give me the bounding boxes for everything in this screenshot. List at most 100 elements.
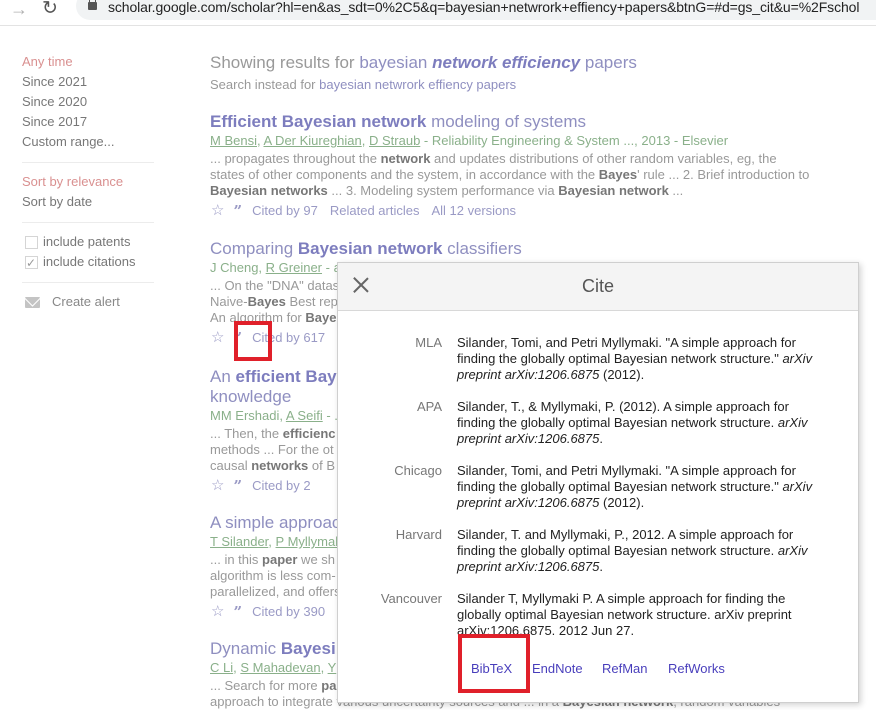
- author-link[interactable]: M Bensi: [210, 133, 257, 148]
- include-citations-option[interactable]: ✓ include citations: [22, 252, 157, 272]
- result-source: - Reliability Engineering & System ..., …: [420, 133, 729, 148]
- citation-text[interactable]: Silander, T. and Myllymaki, P., 2012. A …: [457, 527, 817, 575]
- text-part: Silander, T., & Myllymaki, P. (2012). A …: [457, 399, 789, 430]
- author-link[interactable]: S Mahadevan: [240, 660, 320, 675]
- filter-since-2021[interactable]: Since 2021: [22, 72, 157, 92]
- snippet-text: of B: [308, 458, 336, 473]
- author-link[interactable]: R Greiner: [266, 260, 322, 275]
- create-alert-button[interactable]: Create alert: [22, 292, 157, 312]
- snippet-text: ... in this: [210, 552, 263, 567]
- refman-link[interactable]: RefMan: [602, 661, 648, 676]
- result-title-link[interactable]: Comparing Bayesian network classifiers: [210, 239, 810, 259]
- text-part: Silander T, Myllymaki P. A simple approa…: [457, 591, 792, 638]
- snippet-text: causal: [210, 458, 252, 473]
- cite-dialog: Cite MLA Silander, Tomi, and Petri Mylly…: [337, 262, 859, 703]
- author-plain: J Cheng,: [210, 260, 266, 275]
- snippet-text: ... Search for more: [210, 678, 322, 693]
- title-bold: efficient Bay: [235, 367, 337, 386]
- snippet-text: Best rep: [285, 294, 338, 309]
- all-versions-link[interactable]: All 12 versions: [431, 202, 516, 220]
- reload-icon[interactable]: ↻: [42, 0, 58, 18]
- spelling-correction: Showing results for bayesian network eff…: [210, 52, 810, 74]
- snippet-bold: Bayes: [598, 167, 638, 182]
- cite-quote-icon[interactable]: ”: [233, 202, 242, 220]
- checkmark-icon: ✓: [26, 255, 37, 270]
- endnote-link[interactable]: EndNote: [532, 661, 583, 676]
- cite-quote-icon[interactable]: ”: [233, 477, 242, 495]
- author-link[interactable]: A Der Kiureghian: [263, 133, 361, 148]
- forward-arrow-icon[interactable]: →: [10, 0, 28, 18]
- browser-toolbar: → ↻ scholar.google.com/scholar?hl=en&as_…: [0, 0, 876, 26]
- include-patents-checkbox[interactable]: [25, 235, 38, 249]
- citation-row-chicago: Chicago Silander, Tomi, and Petri Myllym…: [338, 463, 860, 511]
- citation-row-apa: APA Silander, T., & Myllymaki, P. (2012)…: [338, 399, 860, 447]
- url-text[interactable]: scholar.google.com/scholar?hl=en&as_sdt=…: [108, 0, 859, 15]
- filter-any-time[interactable]: Any time: [22, 52, 157, 72]
- divider: [22, 222, 154, 223]
- cite-quote-icon[interactable]: ”: [233, 603, 242, 621]
- text-part: ' rule ... 2. Brief introduction to: [637, 167, 810, 182]
- snippet-bold: Bayesian network: [558, 183, 669, 198]
- save-star-icon[interactable]: ☆: [211, 329, 224, 347]
- author-link[interactable]: A Seifi: [286, 408, 323, 423]
- title-pre: Dynamic: [210, 639, 281, 658]
- citation-text[interactable]: Silander, Tomi, and Petri Myllymaki. "A …: [457, 463, 817, 511]
- snippet-text: Naive-: [210, 294, 248, 309]
- text-part: ...: [668, 183, 684, 198]
- sort-by-date[interactable]: Sort by date: [22, 192, 157, 212]
- cited-by-link[interactable]: Cited by 97: [252, 202, 318, 220]
- citation-style-label: Chicago: [394, 463, 442, 478]
- refworks-link[interactable]: RefWorks: [668, 661, 725, 676]
- author-link[interactable]: C Li: [210, 660, 233, 675]
- save-star-icon[interactable]: ☆: [211, 202, 224, 220]
- cited-by-link[interactable]: Cited by 2: [252, 477, 311, 495]
- citation-style-label: Harvard: [395, 527, 442, 542]
- instead-prefix: Search instead for: [210, 77, 316, 92]
- corrected-query-link[interactable]: bayesian network efficiency papers: [359, 53, 637, 72]
- citation-row-mla: MLA Silander, Tomi, and Petri Myllymaki.…: [338, 335, 860, 383]
- address-bar[interactable]: scholar.google.com/scholar?hl=en&as_sdt=…: [76, 0, 876, 20]
- text-part: Silander, Tomi, and Petri Myllymaki. "A …: [457, 335, 796, 366]
- include-patents-option[interactable]: include patents: [22, 232, 157, 252]
- citation-text[interactable]: Silander, T., & Myllymaki, P. (2012). A …: [457, 399, 817, 447]
- highlight-box-cite-icon: [234, 321, 272, 361]
- snippet-bold: Bayesian networks: [210, 183, 328, 198]
- snippet-bold: paper: [262, 552, 298, 567]
- text-part: Silander, T. and Myllymaki, P., 2012. A …: [457, 527, 794, 558]
- snippet-bold: network: [380, 151, 431, 166]
- envelope-icon: [25, 296, 40, 308]
- filter-since-2020[interactable]: Since 2020: [22, 92, 157, 112]
- author-link[interactable]: T Silander: [210, 534, 268, 549]
- query-part-bold: network efficiency: [432, 53, 581, 72]
- original-query-link[interactable]: bayesian netwrork effiency papers: [319, 77, 516, 92]
- text-part: (2012).: [599, 495, 645, 510]
- result-title-link[interactable]: Efficient Bayesian network modeling of s…: [210, 112, 810, 132]
- title-bold: Bayesi: [280, 639, 336, 658]
- filter-since-2017[interactable]: Since 2017: [22, 112, 157, 132]
- sort-by-relevance[interactable]: Sort by relevance: [22, 172, 157, 192]
- citation-style-label: Vancouver: [380, 591, 442, 606]
- cite-dialog-title: Cite: [581, 276, 614, 296]
- save-star-icon[interactable]: ☆: [211, 603, 224, 621]
- filter-custom-range[interactable]: Custom range...: [22, 132, 157, 152]
- citation-text[interactable]: Silander, Tomi, and Petri Myllymaki. "A …: [457, 335, 817, 383]
- lock-icon: [88, 0, 97, 10]
- result-snippet: ... propagates throughout the network an…: [210, 151, 810, 199]
- citation-text[interactable]: Silander T, Myllymaki P. A simple approa…: [457, 591, 817, 639]
- related-articles-link[interactable]: Related articles: [330, 202, 420, 220]
- results-area: Showing results for bayesian network eff…: [210, 52, 810, 709]
- save-star-icon[interactable]: ☆: [211, 477, 224, 495]
- snippet-bold: Baye: [305, 310, 337, 325]
- snippet-text: we sh: [297, 552, 336, 567]
- author-link[interactable]: Y: [328, 660, 337, 675]
- include-citations-checkbox[interactable]: ✓: [25, 255, 38, 270]
- author-link[interactable]: P Myllymal: [276, 534, 339, 549]
- title-pre: An: [210, 367, 236, 386]
- author-link[interactable]: D Straub: [369, 133, 420, 148]
- text-part: Silander, Tomi, and Petri Myllymaki. "A …: [457, 463, 796, 494]
- query-part: papers: [584, 53, 637, 72]
- snippet-bold: pa: [321, 678, 337, 693]
- cited-by-link[interactable]: Cited by 390: [252, 603, 325, 621]
- text-part: ... propagates throughout the: [210, 151, 381, 166]
- snippet-bold: efficienc: [282, 426, 336, 441]
